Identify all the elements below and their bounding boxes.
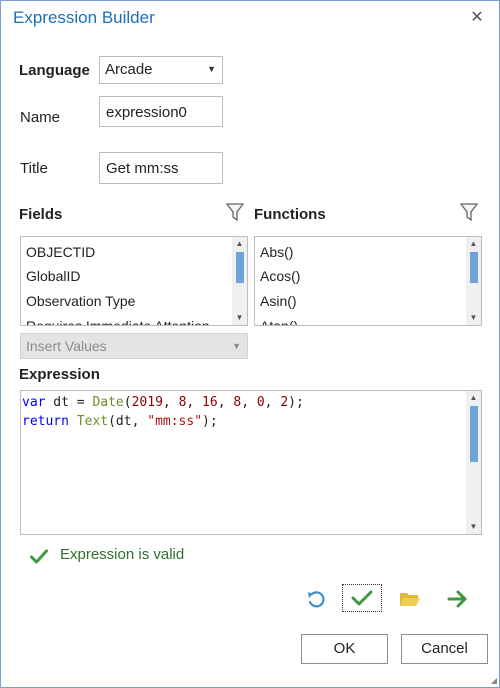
expression-editor[interactable]: var dt = Date(2019, 8, 16, 8, 0, 2); ret…: [20, 390, 482, 535]
fields-list[interactable]: OBJECTID GlobalID Observation Type Requi…: [20, 236, 248, 326]
dialog-title: Expression Builder: [13, 8, 155, 27]
functions-list[interactable]: Abs() Acos() Asin() Atan() ▲ ▼: [254, 236, 482, 326]
scroll-down-icon[interactable]: ▼: [466, 520, 481, 534]
name-value: expression0: [106, 104, 187, 121]
language-dropdown[interactable]: Arcade ▼: [99, 56, 223, 84]
title-bar: Expression Builder ✕: [1, 1, 499, 35]
title-label: Title: [20, 160, 48, 177]
scroll-thumb[interactable]: [470, 252, 478, 283]
expression-scrollbar[interactable]: ▲ ▼: [466, 391, 481, 534]
expression-builder-dialog: Expression Builder ✕ Language Arcade ▼ N…: [0, 0, 500, 688]
fields-label: Fields: [19, 206, 63, 223]
name-label: Name: [20, 109, 61, 126]
list-item[interactable]: Atan(): [260, 318, 298, 325]
functions-filter-icon[interactable]: [460, 202, 478, 222]
ok-button[interactable]: OK: [301, 634, 388, 664]
list-item[interactable]: OBJECTID: [26, 244, 95, 260]
list-item[interactable]: Asin(): [260, 293, 297, 309]
scroll-thumb[interactable]: [236, 252, 244, 283]
undo-icon[interactable]: [301, 585, 331, 613]
code-line-2: return Text(dt, "mm:ss");: [22, 414, 218, 429]
chevron-down-icon: ▼: [232, 341, 241, 351]
list-item[interactable]: Requires Immediate Attention: [26, 318, 210, 325]
list-item[interactable]: Acos(): [260, 268, 300, 284]
cancel-button[interactable]: Cancel: [401, 634, 488, 664]
expression-label: Expression: [19, 366, 100, 383]
language-label: Language: [19, 62, 90, 79]
arrow-right-icon[interactable]: [443, 585, 473, 613]
scroll-down-icon[interactable]: ▼: [466, 311, 481, 325]
title-field[interactable]: Get mm:ss: [99, 152, 223, 184]
scroll-up-icon[interactable]: ▲: [232, 237, 247, 251]
resize-grip-icon[interactable]: ◢: [491, 676, 497, 685]
close-icon[interactable]: ✕: [466, 7, 488, 29]
verify-icon[interactable]: [342, 584, 382, 612]
scroll-up-icon[interactable]: ▲: [466, 237, 481, 251]
folder-open-icon[interactable]: [395, 585, 425, 613]
list-item[interactable]: GlobalID: [26, 268, 80, 284]
check-icon: [30, 549, 48, 564]
insert-values-dropdown[interactable]: Insert Values ▼: [20, 333, 248, 359]
title-value: Get mm:ss: [106, 160, 179, 177]
functions-label: Functions: [254, 206, 326, 223]
chevron-down-icon: ▼: [207, 64, 216, 74]
list-item[interactable]: Observation Type: [26, 293, 135, 309]
fields-filter-icon[interactable]: [226, 202, 244, 222]
fields-scrollbar[interactable]: ▲ ▼: [232, 237, 247, 325]
scroll-up-icon[interactable]: ▲: [466, 391, 481, 405]
code-line-1: var dt = Date(2019, 8, 16, 8, 0, 2);: [22, 395, 304, 410]
language-value: Arcade: [105, 61, 153, 78]
functions-scrollbar[interactable]: ▲ ▼: [466, 237, 481, 325]
insert-values-label: Insert Values: [26, 338, 107, 354]
name-field[interactable]: expression0: [99, 96, 223, 127]
scroll-down-icon[interactable]: ▼: [232, 311, 247, 325]
scroll-thumb[interactable]: [470, 406, 478, 462]
list-item[interactable]: Abs(): [260, 244, 293, 260]
status-text: Expression is valid: [60, 546, 185, 563]
